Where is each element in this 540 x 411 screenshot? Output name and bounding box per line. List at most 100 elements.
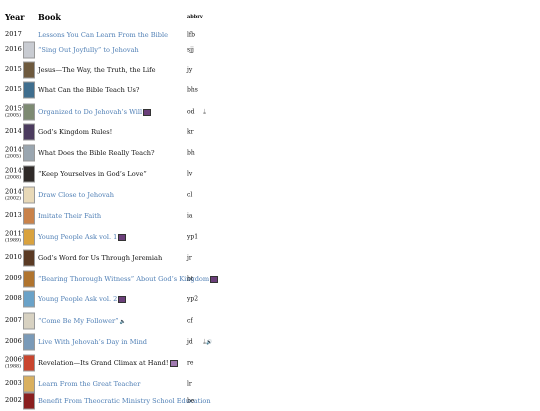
format-badge-icon[interactable]: [118, 295, 127, 303]
abbreviation: ia: [187, 212, 193, 220]
abbreviation: be: [187, 397, 195, 405]
cover-thumbnail[interactable]: [23, 123, 35, 141]
book-title-text: Revelation—Its Grand Climax at Hand!: [38, 359, 169, 367]
format-badge-icon[interactable]: [210, 275, 219, 283]
cover-thumbnail[interactable]: [23, 207, 35, 225]
cover-thumbnail[interactable]: [23, 270, 35, 288]
book-title: What Can the Bible Teach Us?: [38, 86, 139, 94]
year-cell: 2003: [5, 379, 22, 388]
book-title-text: “Sing Out Joyfully” to Jehovah: [38, 46, 139, 54]
cover-thumbnail[interactable]: [23, 103, 35, 121]
abbreviation: bh: [187, 149, 195, 157]
abbreviation: sjj: [187, 46, 194, 54]
book-title-text: God’s Word for Us Through Jeremiah: [38, 254, 163, 262]
cover-thumbnail[interactable]: [23, 165, 35, 183]
book-title-text: “Come Be My Follower”: [38, 317, 119, 325]
book-title: “Keep Yourselves in God’s Love”: [38, 170, 147, 178]
abbreviation: lv: [187, 170, 193, 178]
book-title-link[interactable]: Live With Jehovah’s Day in Mind: [38, 338, 147, 346]
book-title-link[interactable]: “Come Be My Follower”🔈: [38, 317, 126, 325]
year-cell: 2015: [5, 85, 22, 94]
cover-thumbnail[interactable]: [23, 290, 35, 308]
cover-thumbnail[interactable]: [23, 144, 35, 162]
cover-thumbnail[interactable]: [23, 392, 35, 410]
year-value: 2015: [5, 65, 22, 74]
abbreviation: cl: [187, 191, 193, 199]
book-title-text: Learn From the Great Teacher: [38, 380, 141, 388]
download-icon[interactable]: ⤓: [203, 108, 206, 116]
abbreviation: jr: [187, 254, 192, 262]
book-title-text: Draw Close to Jehovah: [38, 191, 114, 199]
year-cell: 2002: [5, 396, 22, 405]
abbreviation: bhs: [187, 86, 198, 94]
book-title-link[interactable]: Young People Ask vol. 2: [38, 295, 127, 303]
table-row: 2014 God’s Kingdom Rules! kr: [0, 122, 540, 142]
format-badge-icon[interactable]: [143, 108, 152, 116]
abbreviation: bt: [187, 275, 194, 283]
cover-thumbnail[interactable]: [23, 333, 35, 351]
year-cell: 2015: [5, 65, 22, 74]
header-year: Year: [5, 12, 25, 22]
book-title-text: Benefit From Theocratic Ministry School …: [38, 397, 211, 405]
table-row: 2015* (2005) Organized to Do Jehovah’s Wil…: [0, 102, 540, 122]
book-title-link[interactable]: Draw Close to Jehovah: [38, 191, 114, 199]
speaker-icon[interactable]: 🔊: [206, 340, 212, 346]
year-value: 2015: [5, 85, 22, 94]
year-cell: 2006: [5, 337, 22, 346]
table-row: 2006* (1988) Revelation—Its Grand Climax a…: [0, 353, 540, 373]
cover-thumbnail[interactable]: [23, 375, 35, 393]
abbreviation: yp2: [187, 295, 199, 303]
year-cell: 2007: [5, 316, 22, 325]
book-title: God’s Word for Us Through Jeremiah: [38, 254, 162, 262]
cover-thumbnail[interactable]: [23, 81, 35, 99]
year-cell: 2016: [5, 45, 22, 54]
abbreviation: jy: [187, 66, 193, 74]
book-title-link[interactable]: Organized to Do Jehovah’s Will: [38, 108, 152, 116]
book-title-link[interactable]: Young People Ask vol. 1: [38, 233, 127, 241]
book-title-link[interactable]: “Sing Out Joyfully” to Jehovah: [38, 46, 139, 54]
cover-thumbnail[interactable]: [23, 312, 35, 330]
book-title: Jesus—The Way, the Truth, the Life: [38, 66, 155, 74]
cover-thumbnail[interactable]: [23, 354, 35, 372]
cover-thumbnail[interactable]: [23, 228, 35, 246]
book-title-text: Young People Ask vol. 1: [38, 233, 118, 241]
table-row: 2016 “Sing Out Joyfully” to Jehovah sjj: [0, 40, 540, 60]
format-badge-icon[interactable]: [169, 359, 178, 367]
book-title-text: Imitate Their Faith: [38, 212, 102, 220]
book-title-text: What Can the Bible Teach Us?: [38, 86, 140, 94]
cover-thumbnail[interactable]: [23, 41, 35, 59]
table-row: 2010 God’s Word for Us Through Jeremiah jr: [0, 248, 540, 268]
abbreviation: re: [187, 359, 194, 367]
year-value: 2008: [5, 294, 22, 303]
cover-thumbnail[interactable]: [23, 186, 35, 204]
cover-thumbnail[interactable]: [23, 249, 35, 267]
table-row: 2014* (2005) What Does the Bible Really Te…: [0, 143, 540, 163]
cover-thumbnail[interactable]: [23, 61, 35, 79]
year-cell: 2013: [5, 211, 22, 220]
year-value: 2014: [5, 127, 22, 136]
speaker-icon[interactable]: 🔈: [120, 319, 126, 325]
table-row: 2002 Benefit From Theocratic Ministry Sch…: [0, 391, 540, 411]
year-value: 2010: [5, 253, 22, 262]
header-abbrev: abbrv: [187, 14, 203, 20]
year-value: 2013: [5, 211, 22, 220]
year-value: 2009: [5, 274, 22, 283]
book-title-link[interactable]: Lessons You Can Learn From the Bible: [38, 31, 168, 39]
book-title: God’s Kingdom Rules!: [38, 128, 112, 136]
book-title-link[interactable]: Benefit From Theocratic Ministry School …: [38, 397, 211, 405]
abbreviation: od: [187, 108, 195, 116]
format-badge-icon[interactable]: [118, 233, 127, 241]
year-value: 2007: [5, 316, 22, 325]
book-title: What Does the Bible Really Teach?: [38, 149, 155, 157]
header-book: Book: [38, 12, 61, 22]
book-title-link[interactable]: Imitate Their Faith: [38, 212, 101, 220]
table-row: 2014* (2008) “Keep Yourselves in God’s Lov…: [0, 164, 540, 184]
table-row: 2008 Young People Ask vol. 2 yp2: [0, 289, 540, 309]
row-actions: ⤓: [203, 108, 206, 117]
abbreviation: jd: [187, 338, 193, 346]
book-title-text: Young People Ask vol. 2: [38, 295, 118, 303]
table-row: 2007 “Come Be My Follower”🔈 cf: [0, 311, 540, 331]
book-title-text: Lessons You Can Learn From the Bible: [38, 31, 168, 39]
year-value: 2003: [5, 379, 22, 388]
book-title-link[interactable]: Learn From the Great Teacher: [38, 380, 140, 388]
